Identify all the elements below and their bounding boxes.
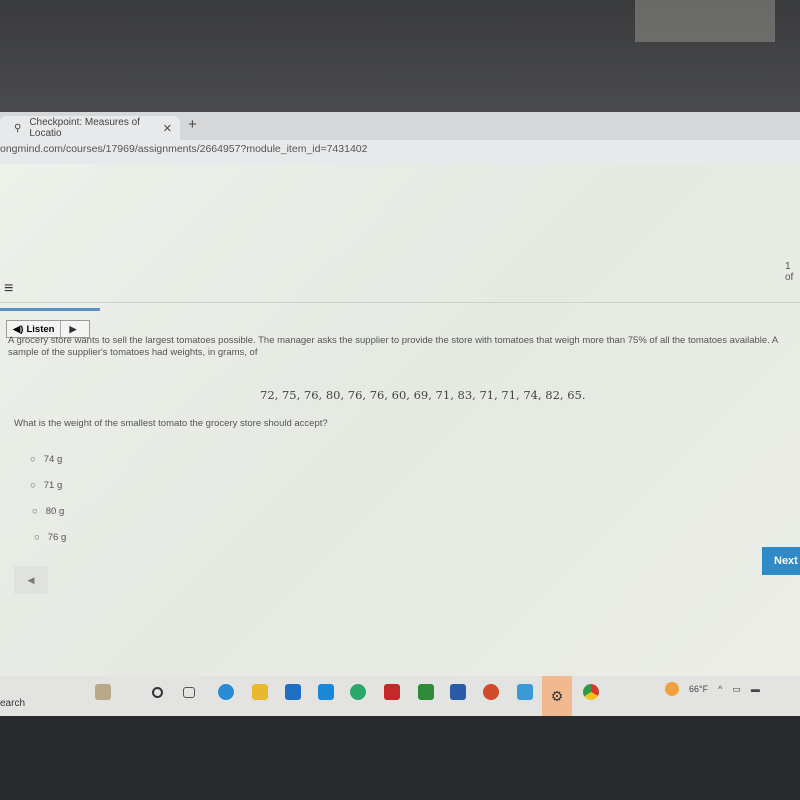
browser-tab[interactable]: ⚲ Checkpoint: Measures of Locatio ✕ bbox=[0, 116, 180, 140]
progress-bar bbox=[0, 308, 100, 311]
file-explorer-icon[interactable] bbox=[252, 684, 268, 700]
background-object bbox=[635, 0, 775, 42]
edge-icon[interactable] bbox=[218, 684, 234, 700]
page-counter: 1 of bbox=[785, 261, 794, 283]
data-values: 72, 75, 76, 80, 76, 76, 60, 69, 71, 83, … bbox=[260, 388, 586, 402]
weather-icon[interactable] bbox=[665, 682, 679, 696]
taskbar-search[interactable]: earch bbox=[0, 698, 25, 709]
powerpoint-icon[interactable] bbox=[483, 684, 499, 700]
new-tab-button[interactable]: + bbox=[188, 116, 197, 133]
network-icon[interactable]: ▭ bbox=[732, 684, 741, 695]
option-label: 71 g bbox=[43, 480, 63, 491]
tab-title: Checkpoint: Measures of Locatio bbox=[29, 117, 140, 139]
store-icon[interactable] bbox=[285, 684, 301, 700]
taskbar: earch ⚙ 66°F ^ ▭ ▬ bbox=[0, 676, 800, 716]
tab-favicon-icon: ⚲ bbox=[14, 122, 22, 134]
radio-icon[interactable]: ○ bbox=[32, 506, 38, 517]
play-icon[interactable]: ▶ bbox=[61, 324, 76, 335]
task-view-icon[interactable] bbox=[183, 687, 195, 698]
url-text: ongmind.com/courses/17969/assignments/26… bbox=[0, 143, 368, 155]
tray-chevron-icon[interactable]: ^ bbox=[718, 684, 722, 694]
page-content: 1 of ≡ ◀) Listen ▶ A grocery store wants … bbox=[0, 164, 800, 676]
chrome-icon[interactable] bbox=[583, 684, 599, 700]
word-icon[interactable] bbox=[450, 684, 466, 700]
battery-icon[interactable]: ▬ bbox=[751, 684, 760, 694]
menu-icon[interactable]: ≡ bbox=[4, 280, 13, 298]
listen-label: Listen bbox=[26, 323, 55, 335]
game-icon[interactable] bbox=[384, 684, 400, 700]
address-bar[interactable]: ongmind.com/courses/17969/assignments/26… bbox=[0, 140, 800, 164]
weather-temp[interactable]: 66°F bbox=[689, 684, 708, 694]
question-line-2: sample of the supplier's tomatoes had we… bbox=[8, 347, 258, 358]
close-tab-icon[interactable]: ✕ bbox=[163, 122, 172, 135]
system-tray: 66°F ^ ▭ ▬ bbox=[665, 682, 760, 696]
xbox-icon[interactable] bbox=[418, 684, 434, 700]
question-text: A grocery store wants to sell the larges… bbox=[8, 335, 800, 359]
search-highlight-icon[interactable] bbox=[95, 684, 111, 700]
option-3[interactable]: ○ 80 g bbox=[32, 506, 64, 517]
edge-new-icon[interactable] bbox=[350, 684, 366, 700]
back-button[interactable]: ◀ bbox=[14, 566, 48, 594]
onedrive-icon[interactable] bbox=[517, 684, 533, 700]
cortana-icon[interactable] bbox=[152, 687, 163, 698]
radio-icon[interactable]: ○ bbox=[34, 532, 40, 543]
radio-icon[interactable]: ○ bbox=[30, 454, 36, 465]
option-1[interactable]: ○ 74 g bbox=[30, 454, 62, 465]
speaker-icon: ◀) bbox=[13, 323, 24, 335]
mail-icon[interactable] bbox=[318, 684, 334, 700]
header-divider bbox=[0, 302, 800, 303]
bezel bbox=[0, 716, 800, 800]
option-label: 74 g bbox=[43, 454, 63, 465]
settings-icon[interactable]: ⚙ bbox=[542, 676, 572, 716]
option-2[interactable]: ○ 71 g bbox=[30, 480, 62, 491]
option-4[interactable]: ○ 76 g bbox=[34, 532, 66, 543]
question-line-1: A grocery store wants to sell the larges… bbox=[8, 335, 779, 346]
tab-bar: ⚲ Checkpoint: Measures of Locatio ✕ bbox=[0, 112, 800, 140]
next-button[interactable]: Next bbox=[762, 547, 800, 575]
radio-icon[interactable]: ○ bbox=[30, 480, 36, 491]
option-label: 76 g bbox=[47, 532, 67, 543]
question-prompt: What is the weight of the smallest tomat… bbox=[14, 418, 328, 429]
option-label: 80 g bbox=[45, 506, 65, 517]
